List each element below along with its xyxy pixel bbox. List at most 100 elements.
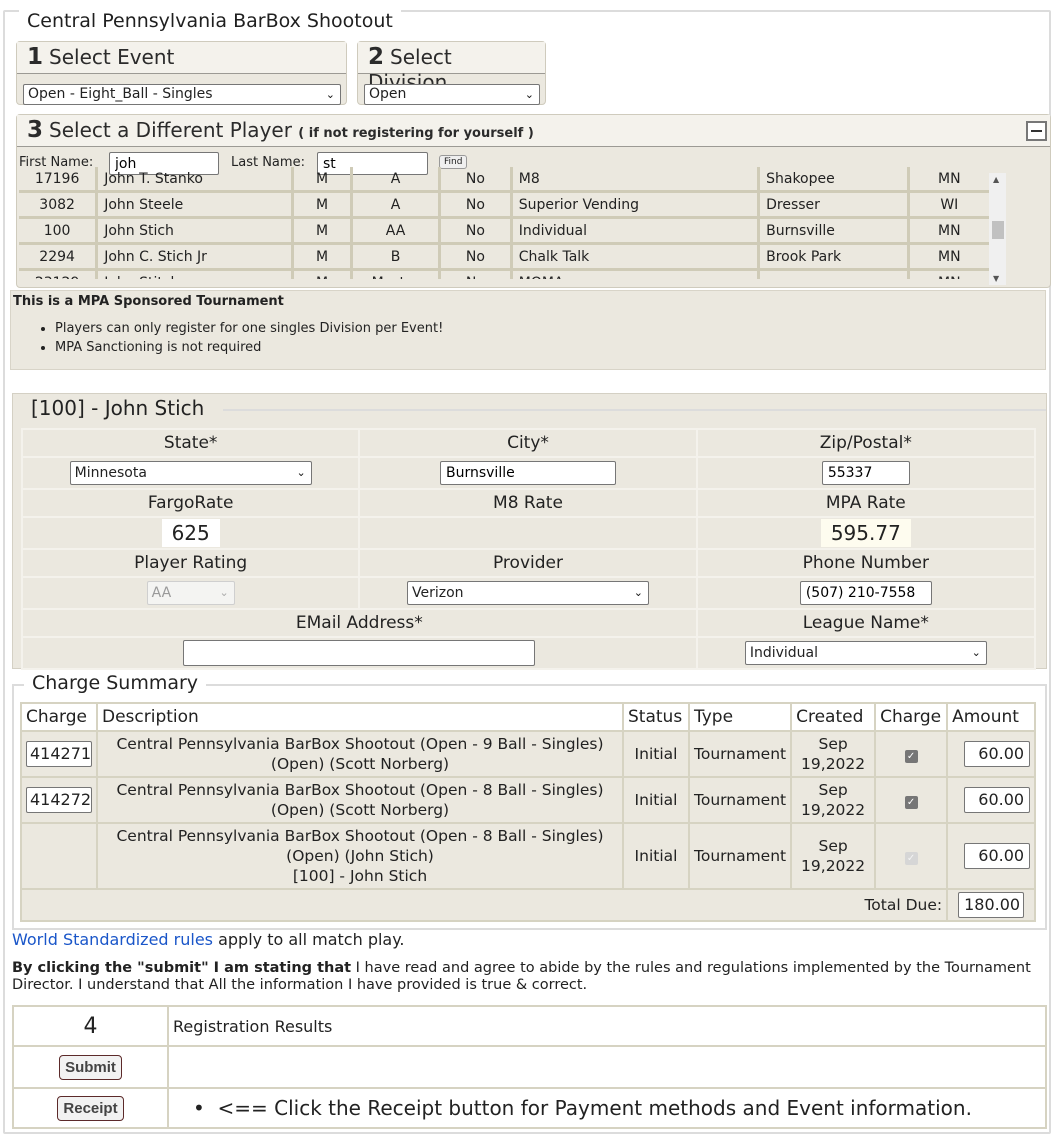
city-input[interactable] (439, 461, 616, 485)
player-rating-cell: A (349, 191, 440, 219)
charge-created: Sep 19,2022 (790, 822, 877, 890)
created-month: Sep (818, 735, 848, 753)
player-league-cell: Individual (509, 217, 759, 245)
world-standardized-rules-link[interactable]: World Standardized rules (12, 930, 213, 949)
player-state-cell: MN (906, 269, 989, 279)
charge-checkbox[interactable]: ✓ (904, 796, 918, 809)
player-rating-label: Player Rating (20, 548, 361, 578)
player-rating-cell: Master (349, 269, 440, 279)
rules-line: World Standardized rules apply to all ma… (12, 930, 405, 949)
step-title: Select Event (49, 45, 175, 69)
provider-select[interactable]: Verizon ⌄ (406, 581, 649, 605)
charge-table: Charge Description Status Type Created C… (19, 702, 1037, 922)
player-id-cell: 17196 (19, 167, 97, 193)
player-city-cell (757, 269, 909, 279)
charge-description: Central Pennsylvania BarBox Shootout (Op… (96, 822, 624, 890)
player-rating-value: AA (151, 585, 172, 601)
chevron-down-icon: ⌄ (633, 586, 643, 599)
agreement-text: By clicking the "submit" I am stating th… (12, 960, 1042, 994)
player-row[interactable]: 2294 John C. Stich Jr M B No Chalk Talk Brook … (19, 243, 989, 271)
charge-checkbox[interactable]: ✓ (904, 750, 918, 763)
event-select[interactable]: Open - Eight_Ball - Singles ⌄ (23, 84, 341, 105)
player-gender-cell: M (291, 217, 352, 245)
charge-created: Sep 19,2022 (790, 730, 877, 778)
player-rating-cell: AA (349, 217, 440, 245)
charge-amount-field[interactable]: 60.00 (964, 787, 1031, 813)
col-charge-id: Charge (20, 702, 98, 732)
charge-amount-field[interactable]: 60.00 (964, 843, 1031, 869)
division-select[interactable]: Open ⌄ (364, 84, 540, 105)
zip-input[interactable] (821, 461, 910, 485)
chevron-down-icon: ⌄ (296, 466, 306, 479)
player-flag-cell: No (438, 243, 512, 271)
description-line: Central Pennsylvania BarBox Shootout (Op… (116, 827, 604, 845)
email-input[interactable] (183, 640, 536, 666)
player-row[interactable]: 100 John Stich M AA No Individual Burnsville MN (19, 217, 989, 245)
scroll-down-arrow-icon[interactable]: ▼ (993, 274, 999, 283)
provider-select-value: Verizon (411, 585, 464, 601)
phone-input[interactable] (799, 581, 932, 605)
col-created: Created (790, 702, 877, 732)
step-number: 2 (368, 44, 385, 70)
charge-row: 414272 Central Pennsylvania BarBox Shooto… (20, 776, 1037, 824)
scroll-up-arrow-icon[interactable]: ▲ (993, 175, 999, 184)
rules-text: apply to all match play. (213, 930, 405, 949)
legend-divider (223, 409, 1046, 411)
step-title: Select a Different Player (49, 118, 292, 142)
submit-button[interactable]: Submit (59, 1054, 122, 1080)
player-legend: [100] - John Stich (25, 396, 211, 420)
player-id-cell: 23129 (19, 269, 97, 279)
charge-description: Central Pennsylvania BarBox Shootout (Op… (96, 776, 624, 824)
select-player-header: 3 Select a Different Player ( if not regi… (17, 115, 1050, 147)
player-gender-cell: M (291, 269, 352, 279)
registration-results-title: Registration Results (167, 1005, 1047, 1047)
charge-id-field[interactable]: 414272 (26, 787, 92, 813)
total-due-label: Total Due: (19, 888, 949, 922)
player-gender-cell: M (291, 167, 352, 193)
charge-description: Central Pennsylvania BarBox Shootout (Op… (96, 730, 624, 778)
description-line: [100] - John Stich (292, 867, 428, 885)
state-label: State* (20, 428, 361, 458)
step-number: 4 (12, 1005, 169, 1047)
player-row[interactable]: 3082 John Steele M A No Superior Vending Dress… (19, 191, 989, 219)
player-city-cell: Brook Park (757, 243, 909, 271)
league-name-label: League Name* (695, 608, 1037, 638)
registration-results-table: 4 Registration Results Submit Receipt • … (12, 1005, 1047, 1129)
player-name-cell: John Steele (95, 191, 293, 219)
league-select[interactable]: Individual ⌄ (744, 641, 987, 665)
collapse-button[interactable] (1026, 121, 1047, 141)
player-flag-cell: No (438, 217, 512, 245)
player-id-cell: 100 (19, 217, 97, 245)
player-details-grid: State* City* Zip/Postal* Minnesota ⌄ Farg… (20, 428, 1037, 670)
player-city-cell: Shakopee (757, 167, 909, 193)
charge-amount-field[interactable]: 60.00 (964, 741, 1031, 767)
charge-summary-legend: Charge Summary (24, 672, 207, 694)
player-name-cell: John T. Stanko (95, 167, 293, 193)
state-select[interactable]: Minnesota ⌄ (69, 461, 312, 485)
player-league-cell: MOMA (509, 269, 759, 279)
select-event-panel: 1 Select Event Open - Eight_Ball - Single… (16, 41, 347, 105)
player-list-scrollbar[interactable]: ▲ ▼ (989, 173, 1006, 285)
notice-title: This is a MPA Sponsored Tournament (13, 294, 284, 309)
player-row[interactable]: 23129John StitchMMasterNoMOMA MN (19, 269, 989, 279)
fargo-rate-label: FargoRate (20, 488, 361, 518)
scroll-thumb[interactable] (992, 221, 1004, 239)
minus-icon (1031, 130, 1042, 132)
select-division-header: 2 Select Division (358, 42, 545, 94)
player-name-cell: John C. Stich Jr (95, 243, 293, 271)
receipt-button[interactable]: Receipt (57, 1095, 124, 1121)
player-league-cell: M8 (509, 167, 759, 193)
player-gender-cell: M (291, 243, 352, 271)
charge-status: Initial (622, 730, 690, 778)
player-results-list: 17196 John T. Stanko M A No M8 Shakopee MN 3082 J… (19, 167, 989, 279)
charge-id-field[interactable]: 414271 (26, 741, 92, 767)
description-line: (Open) (Scott Norberg) (270, 755, 450, 773)
receipt-hint-text: <== Click the Receipt button for Payment… (217, 1096, 972, 1120)
notice-item: MPA Sanctioning is not required (55, 338, 443, 357)
select-player-panel: 3 Select a Different Player ( if not regi… (16, 114, 1051, 288)
chevron-down-icon: ⌄ (325, 88, 335, 101)
player-rating-select: AA ⌄ (146, 581, 235, 605)
player-flag-cell: No (438, 167, 512, 193)
player-state-cell: MN (906, 217, 989, 245)
player-row[interactable]: 17196 John T. Stanko M A No M8 Shakopee MN (19, 167, 989, 193)
